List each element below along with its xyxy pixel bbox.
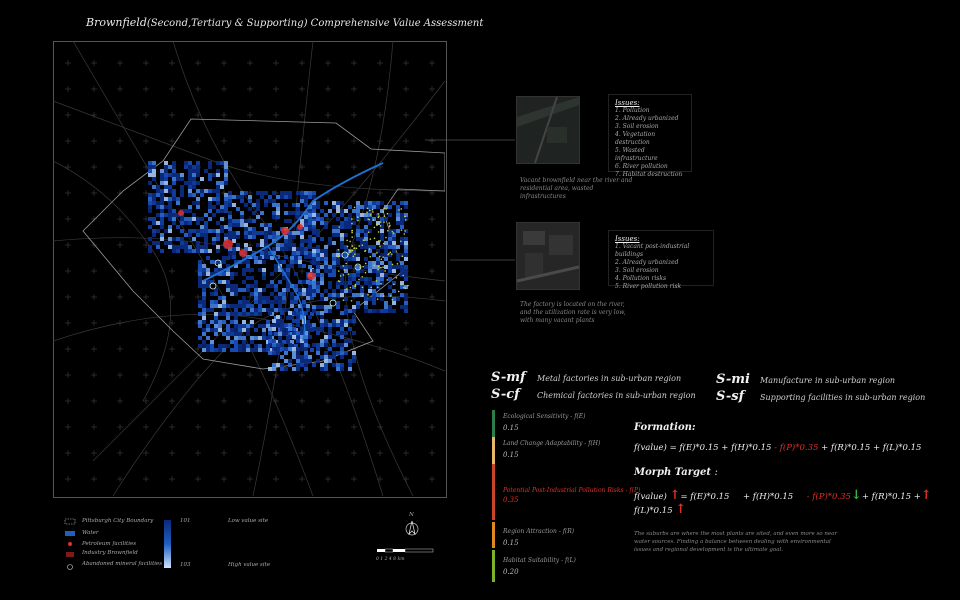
page-title: Brownfield(Second,Tertiary & Supporting)… (86, 16, 483, 29)
issue-1-4: 4. Vegetation destruction (615, 131, 656, 146)
morph-heading-colon: : (714, 467, 718, 478)
legend-high: High value site (228, 562, 271, 568)
issue-2-3: 3. Soil erosion (615, 267, 659, 274)
legend-high-num: 103 (180, 562, 191, 568)
legend-boundary: Pittsburgh City Boundary (82, 518, 154, 524)
morph-fr: + f(R)*0.15 + (861, 492, 921, 502)
category-code-smf: S-mf (491, 370, 526, 385)
issues-box-1: Issues: 1. Pollution 2. Already urbanize… (608, 94, 692, 178)
factor-label-l: Habitat Suitability - f(L) (503, 557, 576, 564)
factor-weight-r: 0.15 (503, 539, 519, 547)
factor-label-e: Ecological Sensitivity - f(E) (503, 413, 586, 420)
category-code-ssf: S-sf (716, 389, 745, 404)
factor-weight-h: 0.15 (503, 451, 519, 459)
value-color-ramp (164, 520, 171, 568)
issue-2-1: 1. Vacant post-industrial buildings (615, 243, 690, 258)
aerial-photo-1 (517, 97, 579, 163)
brownfield-map[interactable] (53, 41, 445, 496)
issues-box-2: Issues: 1. Vacant post-industrial buildi… (608, 230, 714, 290)
morph-note: The suburbs are where the most plants ar… (634, 531, 838, 553)
issue-1-6: 6. River pollution (615, 163, 668, 170)
issue-1-5: 5. Wasted infrastructure (615, 147, 658, 162)
scale-ticks: 0 1 2 4 8 km (376, 557, 405, 562)
issue-2-5: 5. River pollution risk (615, 283, 682, 290)
site-photo-1 (516, 96, 580, 164)
issue-2-4: 4. Pollution risks (615, 275, 667, 282)
factor-label-h: Land Change Adaptability - f(H) (503, 440, 601, 447)
factor-bar-r (492, 522, 495, 548)
legend-mineral: Abandoned mineral facilities (82, 561, 163, 567)
legend-low: Low value site (228, 518, 269, 524)
caption-1: Vacant brownfield near the river and res… (520, 177, 633, 200)
arrow-up-icon: ↑ (675, 502, 687, 517)
category-desc-smf: Metal factories in sub-urban region (537, 374, 682, 383)
factor-label-p: Potential Post-Industrial Pollution Risk… (503, 487, 641, 494)
morph-formula-line2: f(L)*0.15 ↑ (634, 502, 686, 517)
factor-bar-l (492, 550, 495, 582)
title-sub: (Second,Tertiary & Supporting) Comprehen… (146, 18, 484, 29)
morph-heading: Morph Target : (634, 467, 718, 478)
factor-bar-p (492, 464, 495, 520)
category-desc-smi: Manufacture in sub-urban region (760, 376, 896, 385)
category-desc-scf: Chemical factories in sub-urban region (537, 391, 696, 400)
factor-weight-p: 0.35 (503, 496, 519, 504)
formation-part-3: + f(R)*0.15 + f(L)*0.15 (818, 443, 922, 453)
formation-part-2: - f(P)*0.35 (774, 443, 819, 453)
morph-fe: = f(E)*0.15 (680, 492, 730, 502)
callout-leaders (425, 139, 515, 261)
factor-weight-l: 0.20 (503, 568, 519, 576)
aerial-photo-2 (517, 223, 579, 289)
morph-formula-line1: f(value) ↑= f(E)*0.15 + f(H)*0.15 - f(P)… (634, 488, 932, 503)
issue-1-2: 2. Already urbanized (615, 115, 679, 122)
issue-2-2: 2. Already urbanized (615, 259, 679, 266)
legend-water: Water (82, 530, 99, 536)
factor-label-r: Region Attraction - f(R) (503, 528, 575, 535)
issues-heading-1: Issues: (615, 99, 640, 107)
legend-low-num: 101 (180, 518, 191, 524)
legend-symbols (64, 518, 76, 570)
value-heatmap (148, 161, 408, 371)
arrow-up-icon: ↑ (920, 488, 932, 503)
category-code-smi: S-mi (716, 372, 750, 387)
north-label: N (409, 512, 414, 518)
scale-bar (377, 548, 434, 553)
site-photo-2 (516, 222, 580, 290)
morph-fh: + f(H)*0.15 (742, 492, 794, 502)
formation-part-1: f(value) = f(E)*0.15 + f(H)*0.15 (634, 443, 775, 453)
morph-fl: f(L)*0.15 (634, 506, 673, 516)
issue-1-3: 3. Soil erosion (615, 123, 659, 130)
arrow-down-icon: ↓ (850, 488, 862, 503)
formation-formula: f(value) = f(E)*0.15 + f(H)*0.15 - f(P)*… (634, 443, 921, 453)
legend-petroleum: Petroleum facilities (82, 541, 137, 547)
morph-fvalue: f(value) (634, 492, 667, 502)
arrow-up-icon: ↑ (669, 488, 681, 503)
title-main: Brownfield (86, 16, 147, 29)
issues-heading-2: Issues: (615, 235, 640, 243)
morph-heading-text: Morph Target (634, 467, 711, 478)
morph-fp: - f(P)*0.35 (806, 492, 851, 502)
factor-weight-e: 0.15 (503, 424, 519, 432)
north-arrow-icon (405, 520, 419, 536)
category-code-scf: S-cf (491, 387, 520, 402)
legend-brownfield: Industry Brownfield (82, 550, 138, 556)
category-desc-ssf: Supporting facilities in sub-urban regio… (760, 393, 926, 402)
issue-1-1: 1. Pollution (615, 107, 650, 114)
formation-heading: Formation: (634, 422, 696, 433)
caption-2: The factory is located on the river, and… (520, 301, 626, 324)
